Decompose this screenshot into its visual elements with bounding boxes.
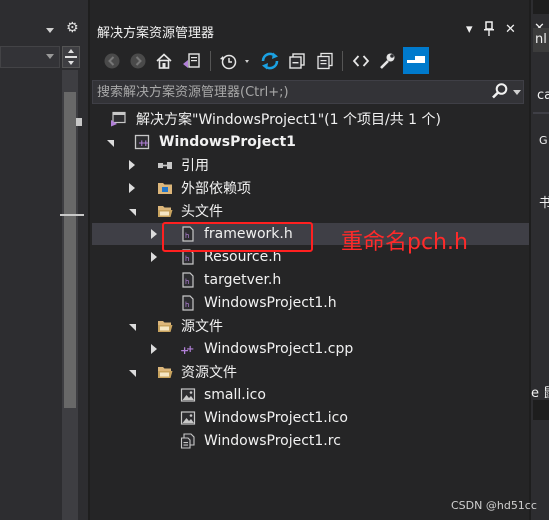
file-label: targetver.h [204,272,282,288]
resource-h-expander[interactable] [148,251,160,263]
annotation-box [162,222,313,252]
resource-folder-label: 资源文件 [181,365,237,381]
resource-folder-expander[interactable] [126,367,138,379]
left-dropdown-icon[interactable] [46,28,54,33]
project-label: WindowsProject1 [159,134,296,150]
file-label: WindowsProject1.h [204,295,337,311]
search-icon[interactable] [491,82,509,104]
tree-external-deps-row[interactable]: 外部依赖项 [157,177,251,199]
tree-source-folder-row[interactable]: 源文件 [157,315,223,337]
left-divider [88,0,90,520]
tree-file-row[interactable]: h WindowsProject1.h [180,292,337,314]
tree-file-row[interactable]: small.ico [180,384,266,406]
header-file-icon: h [182,295,194,311]
folder-open-icon [158,367,173,378]
tree-project-row[interactable]: + + WindowsProject1 [134,131,296,153]
source-folder-expander[interactable] [126,321,138,333]
forward-icon[interactable] [128,50,148,72]
external-deps-expander[interactable] [126,182,138,194]
file-label: small.ico [204,387,266,403]
folder-open-icon [158,206,173,217]
home-icon[interactable] [154,50,174,72]
right-text-fragment: G [539,134,548,147]
svg-text:h: h [185,255,189,263]
search-input[interactable] [97,82,467,102]
tree-file-row[interactable]: WindowsProject1.ico [180,407,348,429]
watermark: CSDN @hd51cc [451,499,537,512]
framework-h-expander[interactable] [148,228,160,240]
header-folder-label: 头文件 [181,204,223,220]
left-settings-icon[interactable]: ⚙ [66,20,79,36]
preview-toggle-button[interactable] [403,47,429,74]
cpp-project-icon: ++ [134,134,150,150]
folder-open-icon [158,321,173,332]
sync-icon[interactable] [258,50,282,72]
solution-icon [111,111,126,127]
svg-text:h: h [185,278,189,286]
copy-icon[interactable] [314,50,336,72]
svg-text:+: + [142,139,150,149]
title-dropdown-icon[interactable]: ▾ [466,22,473,38]
file-label: WindowsProject1.rc [204,433,341,449]
tree-header-folder-row[interactable]: 头文件 [157,200,223,222]
pending-changes-icon[interactable] [218,50,254,72]
properties-icon[interactable] [376,50,398,72]
tree-file-row[interactable]: WindowsProject1.rc [180,430,341,452]
switch-views-icon[interactable] [180,50,202,72]
source-folder-label: 源文件 [181,319,223,335]
explorer-title: 解决方案资源管理器 [97,26,215,41]
tree-solution-row[interactable]: 解决方案"WindowsProject1"(1 个项目/共 1 个) [110,108,441,130]
title-close-icon[interactable]: ✕ [505,22,516,38]
annotation-text: 重命名pch.h [341,230,468,255]
project-expander[interactable] [104,137,116,149]
right-text-fragment: ca [537,88,549,103]
image-file-icon [180,411,196,425]
right-text-fragment: e 鼠 [531,386,549,401]
svg-text:h: h [185,301,189,309]
split-arrows-icon [65,49,77,65]
left-split-button[interactable] [62,46,80,68]
header-file-icon: h [182,272,194,288]
view-code-icon[interactable] [350,50,372,72]
right-top-block [533,0,549,14]
resource-script-icon [180,433,195,449]
tree-references-row[interactable]: 引用 [157,154,209,176]
right-panel [531,0,549,520]
cpp-file-icon: ++ [180,344,194,357]
references-expander[interactable] [126,159,138,171]
external-deps-folder-icon [158,183,172,194]
image-file-icon [180,388,196,402]
left-scrollbar-thumb[interactable] [64,92,76,408]
collapse-all-icon[interactable] [286,50,308,72]
tree-file-row[interactable]: h targetver.h [180,269,281,291]
preview-icon [407,56,425,63]
tree-resource-folder-row[interactable]: 资源文件 [157,361,237,383]
right-text-fragment: nl [535,32,547,47]
cpp-file-expander[interactable] [148,343,160,355]
left-scroll-marker [76,118,82,126]
references-icon [158,162,172,169]
back-icon[interactable] [102,50,122,72]
references-label: 引用 [181,158,209,174]
solution-label: 解决方案"WindowsProject1"(1 个项目/共 1 个) [136,112,441,128]
file-label: WindowsProject1.ico [204,410,348,426]
left-combo-chevron-icon[interactable] [46,54,54,59]
pin-icon[interactable] [484,21,494,41]
file-label: WindowsProject1.cpp [204,341,354,357]
left-scroll-marker [60,214,84,216]
header-folder-expander[interactable] [126,206,138,218]
right-text-fragment: 书 [539,196,549,211]
external-deps-label: 外部依赖项 [181,181,251,197]
svg-text:+: + [186,344,194,355]
tree-file-row[interactable]: + + WindowsProject1.cpp [180,338,353,360]
search-options-icon[interactable] [513,90,521,95]
